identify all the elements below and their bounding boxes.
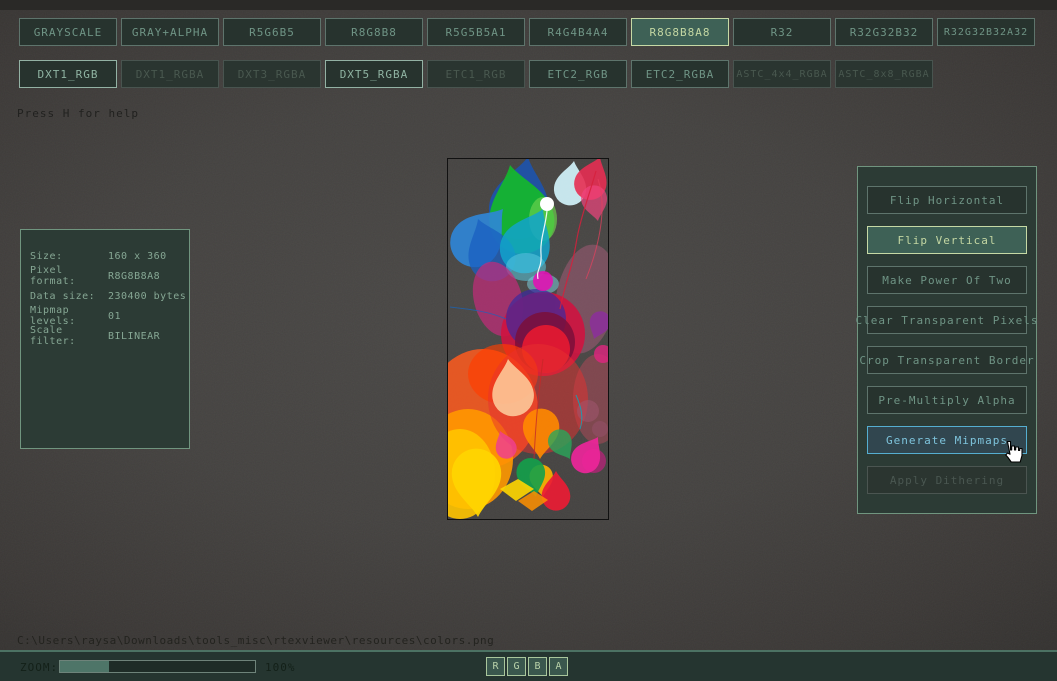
format-button-dxt5-rgba[interactable]: DXT5_RGBA — [325, 60, 423, 88]
format-button-r32g32b32[interactable]: R32G32B32 — [835, 18, 933, 46]
texture-preview[interactable] — [447, 158, 609, 520]
image-tools-panel: Flip Horizontal Flip Vertical Make Power… — [857, 166, 1037, 514]
info-value: R8G8B8A8 — [108, 271, 189, 282]
format-button-gray-alpha[interactable]: GRAY+ALPHA — [121, 18, 219, 46]
info-label: Data size: — [30, 291, 108, 302]
format-button-astc-4x4-rgba: ASTC_4x4_RGBA — [733, 60, 831, 88]
info-row-data-size: Data size: 230400 bytes — [21, 286, 189, 306]
window-top-strip — [0, 0, 1057, 10]
format-button-r32[interactable]: R32 — [733, 18, 831, 46]
info-label: Mipmap levels: — [30, 305, 108, 327]
format-button-etc2-rgb[interactable]: ETC2_RGB — [529, 60, 627, 88]
texture-info-rows: Size: 160 x 360 Pixel format: R8G8B8A8 D… — [21, 230, 189, 346]
format-button-r8g8b8[interactable]: R8G8B8 — [325, 18, 423, 46]
format-button-grayscale[interactable]: GRAYSCALE — [19, 18, 117, 46]
pre-multiply-alpha-button[interactable]: Pre-Multiply Alpha — [867, 386, 1027, 414]
rtexviewer-window: GRAYSCALE GRAY+ALPHA R5G6B5 R8G8B8 R5G5B… — [0, 0, 1057, 681]
format-button-r5g5b5a1[interactable]: R5G5B5A1 — [427, 18, 525, 46]
flip-horizontal-button[interactable]: Flip Horizontal — [867, 186, 1027, 214]
format-button-dxt1-rgba: DXT1_RGBA — [121, 60, 219, 88]
texture-info-panel: Size: 160 x 360 Pixel format: R8G8B8A8 D… — [20, 229, 190, 449]
info-row-mipmap-levels: Mipmap levels: 01 — [21, 306, 189, 326]
zoom-slider[interactable] — [59, 660, 256, 673]
format-button-astc-8x8-rgba: ASTC_8x8_RGBA — [835, 60, 933, 88]
format-button-etc1-rgb: ETC1_RGB — [427, 60, 525, 88]
channel-toggle-b[interactable]: B — [528, 657, 547, 676]
channel-toggle-g[interactable]: G — [507, 657, 526, 676]
format-button-r8g8b8a8[interactable]: R8G8B8A8 — [631, 18, 729, 46]
info-value: 230400 bytes — [108, 291, 189, 302]
info-value: 01 — [108, 311, 189, 322]
texture-preview-image — [448, 159, 608, 519]
info-row-scale-filter: Scale filter: BILINEAR — [21, 326, 189, 346]
file-path-text: C:\Users\raysa\Downloads\tools_misc\rtex… — [17, 634, 494, 647]
info-row-size: Size: 160 x 360 — [21, 246, 189, 266]
zoom-slider-fill — [60, 661, 109, 672]
flip-vertical-button[interactable]: Flip Vertical — [867, 226, 1027, 254]
format-button-etc2-rgba[interactable]: ETC2_RGBA — [631, 60, 729, 88]
generate-mipmaps-button[interactable]: Generate Mipmaps — [867, 426, 1027, 454]
clear-transparent-pixels-button[interactable]: Clear Transparent Pixels — [867, 306, 1027, 334]
format-button-dxt3-rgba: DXT3_RGBA — [223, 60, 321, 88]
info-value: 160 x 360 — [108, 251, 189, 262]
pixel-format-row-compressed: DXT1_RGB DXT1_RGBA DXT3_RGBA DXT5_RGBA E… — [19, 60, 933, 88]
zoom-label: ZOOM: — [20, 661, 58, 674]
channel-toggle-r[interactable]: R — [486, 657, 505, 676]
info-label: Scale filter: — [30, 325, 108, 347]
channel-toggle-group: R G B A — [486, 657, 568, 676]
info-row-pixel-format: Pixel format: R8G8B8A8 — [21, 266, 189, 286]
info-label: Size: — [30, 251, 108, 262]
status-bar: ZOOM: 100% R G B A — [0, 650, 1057, 681]
format-button-r4g4b4a4[interactable]: R4G4B4A4 — [529, 18, 627, 46]
apply-dithering-button: Apply Dithering — [867, 466, 1027, 494]
crop-transparent-border-button[interactable]: Crop Transparent Border — [867, 346, 1027, 374]
info-label: Pixel format: — [30, 265, 108, 287]
channel-toggle-a[interactable]: A — [549, 657, 568, 676]
make-power-of-two-button[interactable]: Make Power Of Two — [867, 266, 1027, 294]
format-button-r5g6b5[interactable]: R5G6B5 — [223, 18, 321, 46]
pixel-format-row-uncompressed: GRAYSCALE GRAY+ALPHA R5G6B5 R8G8B8 R5G5B… — [19, 18, 1035, 46]
help-hint-text: Press H for help — [17, 107, 139, 120]
info-value: BILINEAR — [108, 331, 189, 342]
format-button-r32g32b32a32[interactable]: R32G32B32A32 — [937, 18, 1035, 46]
format-button-dxt1-rgb[interactable]: DXT1_RGB — [19, 60, 117, 88]
zoom-value: 100% — [265, 661, 296, 674]
